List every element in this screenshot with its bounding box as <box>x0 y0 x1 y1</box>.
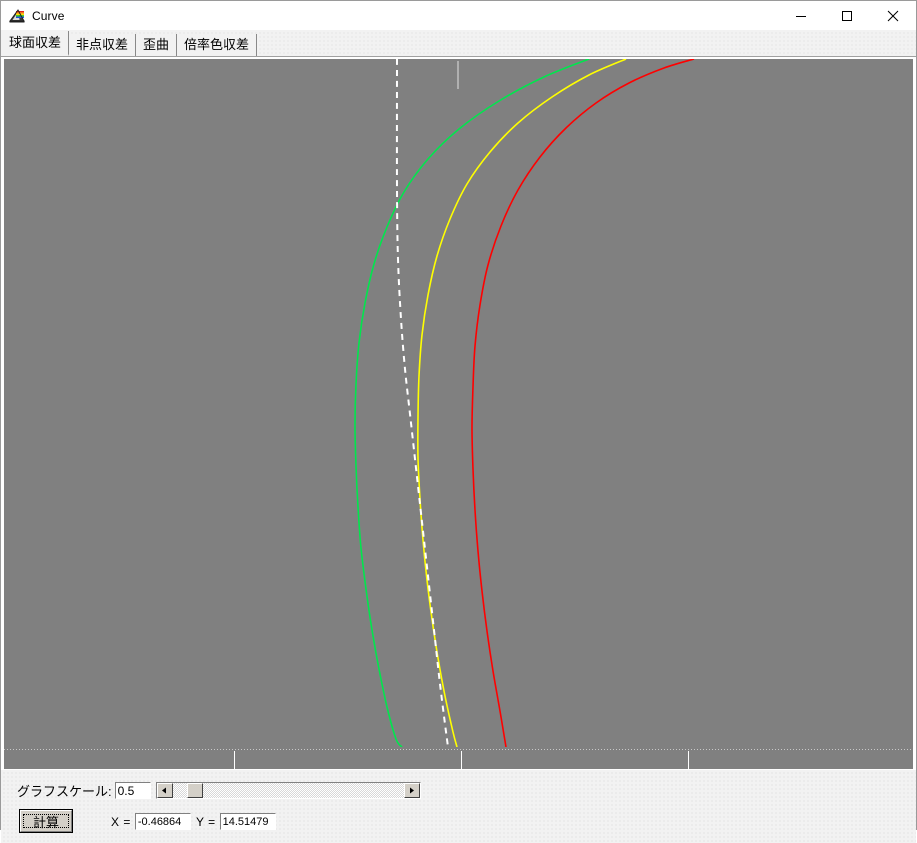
y-value-field[interactable] <box>219 813 276 830</box>
tab-distortion[interactable]: 歪曲 <box>136 34 178 56</box>
curve-app-window: Curve 球面収差 非点収差 歪曲 倍率色収差 グラフスケール: 0.5 計算… <box>0 0 917 843</box>
graph-scale-row: グラフスケール: <box>17 781 421 800</box>
tab-label: 球面収差 <box>9 35 62 50</box>
red-curve <box>471 59 695 747</box>
y-label: Y = <box>196 814 216 829</box>
scrollbar-thumb[interactable] <box>186 783 203 798</box>
scrollbar-left-arrow-button[interactable] <box>156 783 173 798</box>
graph-bottom-ruler[interactable] <box>4 747 913 769</box>
calculate-button[interactable]: 計算 <box>19 809 73 833</box>
graph-scale-input[interactable] <box>114 782 151 799</box>
close-button[interactable] <box>870 1 916 30</box>
title-bar[interactable]: Curve <box>1 1 916 30</box>
x-readout-group: X = <box>111 813 191 830</box>
tab-lateral-chromatic-aberration[interactable]: 倍率色収差 <box>177 34 258 56</box>
y-readout-group: Y = <box>196 813 276 830</box>
control-panel: グラフスケール: 計算 <box>1 769 916 843</box>
ruler-tick <box>688 751 689 769</box>
ruler-dotted-line <box>4 749 913 750</box>
scrollbar-track[interactable] <box>172 783 404 798</box>
window-controls <box>778 1 916 30</box>
yellow-curve <box>417 59 627 747</box>
aberration-plot[interactable] <box>4 59 913 747</box>
maximize-button[interactable] <box>824 1 870 30</box>
minimize-button[interactable] <box>778 1 824 30</box>
tab-label: 歪曲 <box>143 37 170 52</box>
calculate-button-label: 計算 <box>32 814 59 830</box>
tab-label: 非点収差 <box>76 37 129 52</box>
scrollbar-right-arrow-button[interactable] <box>403 783 420 798</box>
prism-rainbow-icon <box>9 8 25 24</box>
reference-axis-dashed <box>395 59 449 747</box>
ruler-tick <box>461 751 462 769</box>
tab-label: 倍率色収差 <box>184 37 250 52</box>
tab-strip: 球面収差 非点収差 歪曲 倍率色収差 <box>1 30 916 57</box>
tab-spherical-aberration[interactable]: 球面収差 <box>2 31 70 56</box>
plot-canvas <box>354 59 695 747</box>
x-value-field[interactable] <box>134 813 191 830</box>
window-title: Curve <box>32 8 65 23</box>
tab-astigmatism[interactable]: 非点収差 <box>69 34 137 56</box>
ruler-tick <box>234 751 235 769</box>
graph-panel <box>1 57 916 769</box>
graph-scale-label: グラフスケール: <box>17 784 112 799</box>
graph-scale-scrollbar[interactable] <box>155 782 421 799</box>
x-label: X = <box>111 814 131 829</box>
